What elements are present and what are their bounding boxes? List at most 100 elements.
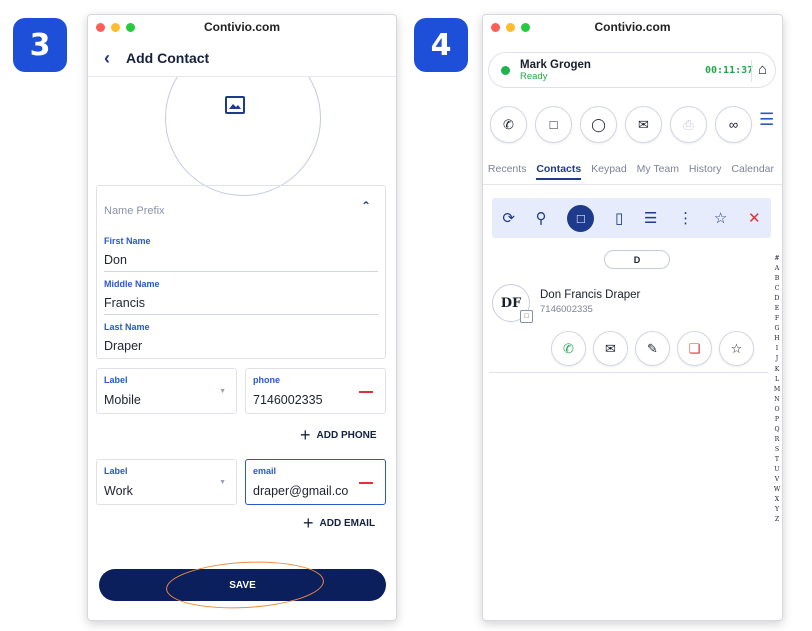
alphabet-letter[interactable]: E [775,304,780,314]
call-contact-icon[interactable]: ✆ [551,331,586,366]
alphabet-letter[interactable]: R [775,435,780,445]
first-name-field[interactable]: Don [104,253,127,267]
phone-type-value: Mobile [104,393,141,407]
message-icon[interactable]: ◯ [580,106,617,143]
mobile-icon[interactable]: ▯ [615,209,623,227]
alphabet-letter[interactable]: P [775,415,779,425]
add-phone-button[interactable]: + ADD PHONE [300,426,377,444]
divider [751,60,752,82]
alphabet-letter[interactable]: J [776,354,778,364]
alphabet-letter[interactable]: Y [775,505,779,515]
alphabet-letter[interactable]: Z [775,515,779,525]
tab-contacts[interactable]: Contacts [536,163,582,180]
first-name-label: First Name [104,236,151,246]
add-contact-window: Contivio.com ‹ Add Contact Name Prefix ⌃… [87,14,397,621]
phone-field[interactable]: phone 7146002335 [245,368,386,414]
alphabet-letter[interactable]: M [774,385,780,395]
alphabet-letter[interactable]: # [774,254,779,264]
alphabet-letter[interactable]: O [774,405,779,415]
name-prefix-field[interactable]: Name Prefix [104,205,165,217]
plus-icon: + [303,513,314,533]
list-icon[interactable]: ☰ [644,209,657,227]
settings-sliders-icon[interactable]: ☰ [759,110,774,130]
star-icon[interactable]: ☆ [714,209,727,227]
window-title: Contivio.com [203,20,280,34]
shared-contacts-icon[interactable]: ⚲ [536,209,547,227]
tab-keypad[interactable]: Keypad [591,163,627,180]
chevron-up-icon[interactable]: ⌃ [361,199,371,213]
email-type-value: Work [104,484,133,498]
keypad-icon[interactable]: ⋮ [678,209,693,227]
delete-trash-icon[interactable]: ❏ [677,331,712,366]
alphabet-letter[interactable]: D [775,294,780,304]
email-field[interactable]: email draper@gmail.co [245,459,386,505]
letter-group-header: D [604,250,670,269]
back-chevron-icon[interactable]: ‹ [104,49,110,67]
remove-email-icon[interactable] [359,482,373,484]
alphabet-letter[interactable]: C [775,284,780,294]
alphabet-letter[interactable]: L [775,375,779,385]
add-email-button[interactable]: + ADD EMAIL [303,514,375,532]
agent-info[interactable]: Mark Grogen Ready [520,59,591,82]
chat-icon[interactable]: □ [535,106,572,143]
contact-card-icon[interactable]: □ [567,204,595,232]
alphabet-letter[interactable]: H [774,334,779,344]
contact-divider [489,372,768,373]
alphabet-letter[interactable]: W [774,485,780,495]
printer-icon[interactable]: ⎙ [670,106,707,143]
alphabet-letter[interactable]: I [776,344,778,354]
phone-call-icon[interactable]: ✆ [490,106,527,143]
window-titlebar: Contivio.com [88,15,396,39]
mail-icon[interactable]: ✉ [625,106,662,143]
alphabet-index[interactable]: # A B C D E F G H I J K L M N O P Q R S T U V W X Y Z [770,254,782,525]
favorite-star-icon[interactable]: ☆ [719,331,754,366]
home-icon[interactable]: ⌂ [758,61,767,78]
plus-icon: + [300,425,311,445]
add-email-label: ADD EMAIL [319,517,376,529]
alphabet-letter[interactable]: G [775,324,780,334]
alphabet-letter[interactable]: X [775,495,779,505]
remove-phone-icon[interactable] [359,391,373,393]
window-titlebar: Contivio.com [483,15,782,39]
alphabet-letter[interactable]: S [775,445,779,455]
annotation-circle [164,557,326,613]
tab-divider [483,184,782,185]
page-title: Add Contact [126,49,210,66]
phone-type-select[interactable]: Label Mobile ▼ [96,368,237,414]
tab-my-team[interactable]: My Team [637,163,679,180]
alphabet-letter[interactable]: F [775,314,779,324]
sync-icon[interactable]: ⟳ [502,209,515,227]
middle-name-underline [104,314,378,315]
image-icon[interactable] [225,96,245,114]
contact-name[interactable]: Don Francis Draper [540,289,640,301]
alphabet-letter[interactable]: Q [774,425,779,435]
phone-type-label: Label [104,375,128,385]
alphabet-letter[interactable]: N [774,395,779,405]
email-contact-icon[interactable]: ✉ [593,331,628,366]
tab-recents[interactable]: Recents [488,163,527,180]
alphabet-letter[interactable]: K [775,365,780,375]
page-header: ‹ Add Contact [88,39,396,77]
window-title: Contivio.com [594,20,671,34]
voicemail-icon[interactable]: ∞ [715,106,752,143]
email-value: draper@gmail.co [253,484,349,498]
email-type-select[interactable]: Label Work ▼ [96,459,237,505]
phone-label: phone [253,375,280,385]
contact-phone: 7146002335 [540,304,593,315]
close-icon[interactable]: ✕ [748,209,761,227]
alphabet-letter[interactable]: V [775,475,779,485]
last-name-field[interactable]: Draper [104,339,142,353]
add-phone-label: ADD PHONE [316,429,377,441]
tab-history[interactable]: History [689,163,722,180]
alphabet-letter[interactable]: B [775,274,780,284]
call-timer: 00:11:37 [705,65,754,76]
agent-status-bar: Mark Grogen Ready 00:11:37 ⌂ [488,52,776,88]
step-badge-3: 3 [13,18,67,72]
edit-pencil-icon[interactable]: ✎ [635,331,670,366]
alphabet-letter[interactable]: U [774,465,779,475]
middle-name-field[interactable]: Francis [104,296,145,310]
alphabet-letter[interactable]: T [775,455,779,465]
tab-calendar[interactable]: Calendar [731,163,774,180]
last-name-label: Last Name [104,322,150,332]
alphabet-letter[interactable]: A [775,264,779,274]
